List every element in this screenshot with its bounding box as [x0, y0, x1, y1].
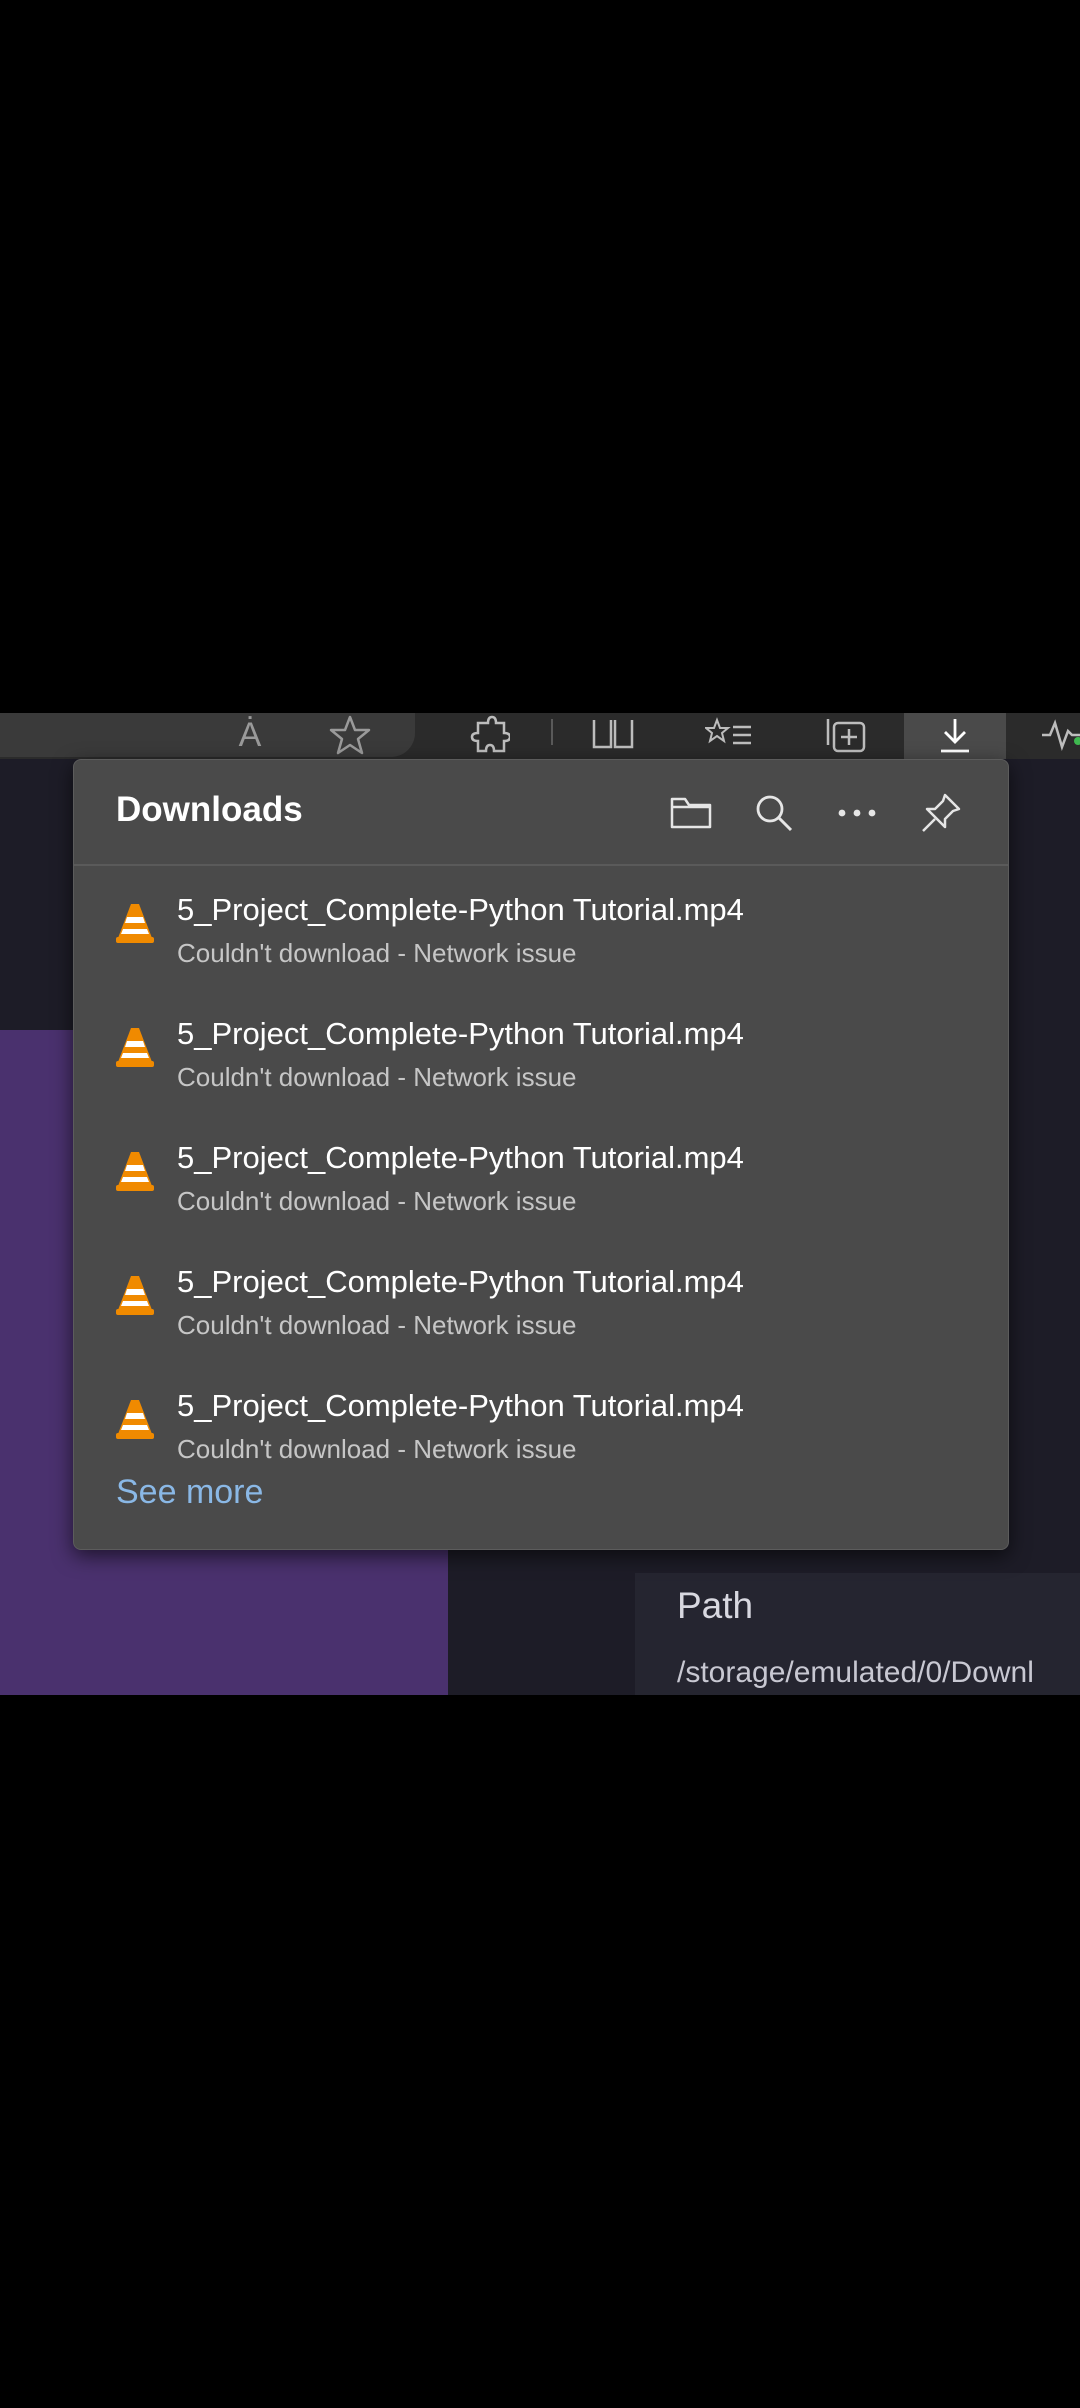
vlc-cone-icon — [116, 1276, 154, 1315]
vlc-cone-icon — [116, 904, 154, 943]
browser-screenshot: Ȧ Path /storage/emulated/0/Downl Downlo… — [0, 713, 1080, 1695]
download-status: Couldn't download - Network issue — [177, 1434, 577, 1464]
download-filename: 5_Project_Complete-Python Tutorial.mp4 — [177, 1264, 744, 1299]
downloads-header: Downloads — [74, 760, 1008, 866]
toolbar-separator — [551, 719, 553, 745]
vlc-cone-icon — [116, 1400, 154, 1439]
download-item[interactable]: 5_Project_Complete-Python Tutorial.mp4 C… — [74, 988, 1008, 1112]
download-item[interactable]: 5_Project_Complete-Python Tutorial.mp4 C… — [74, 864, 1008, 988]
downloads-flyout: Downloads 5_Project_Complete-Python Tuto… — [73, 759, 1009, 1550]
more-options-icon[interactable] — [830, 786, 884, 840]
download-item[interactable]: 5_Project_Complete-Python Tutorial.mp4 C… — [74, 1360, 1008, 1484]
collections-icon[interactable] — [818, 713, 874, 757]
extensions-icon[interactable] — [462, 713, 518, 757]
download-filename: 5_Project_Complete-Python Tutorial.mp4 — [177, 1388, 744, 1423]
download-status: Couldn't download - Network issue — [177, 1062, 577, 1092]
split-screen-icon[interactable] — [585, 713, 641, 757]
downloads-icon[interactable] — [927, 713, 983, 757]
downloads-title: Downloads — [116, 790, 303, 829]
download-item[interactable]: 5_Project_Complete-Python Tutorial.mp4 C… — [74, 1236, 1008, 1360]
download-status: Couldn't download - Network issue — [177, 1186, 577, 1216]
download-item[interactable]: 5_Project_Complete-Python Tutorial.mp4 C… — [74, 1112, 1008, 1236]
read-aloud-label: Ȧ — [238, 715, 262, 754]
vlc-cone-icon — [116, 1152, 154, 1191]
path-label: Path — [677, 1585, 754, 1626]
pin-icon[interactable] — [914, 786, 968, 840]
download-status: Couldn't download - Network issue — [177, 938, 577, 968]
favorite-star-icon[interactable] — [322, 713, 378, 757]
download-filename: 5_Project_Complete-Python Tutorial.mp4 — [177, 892, 744, 927]
open-folder-icon[interactable] — [664, 786, 718, 840]
read-aloud-icon[interactable]: Ȧ — [222, 713, 278, 757]
see-more-link[interactable]: See more — [116, 1473, 263, 1512]
download-filename: 5_Project_Complete-Python Tutorial.mp4 — [177, 1140, 744, 1175]
download-status: Couldn't download - Network issue — [177, 1310, 577, 1340]
performance-icon[interactable] — [1040, 713, 1080, 757]
search-icon[interactable] — [747, 786, 801, 840]
download-filename: 5_Project_Complete-Python Tutorial.mp4 — [177, 1016, 744, 1051]
browser-toolbar: Ȧ — [0, 713, 1080, 759]
path-value: /storage/emulated/0/Downl — [677, 1656, 1034, 1689]
favorites-list-icon[interactable] — [700, 713, 760, 757]
vlc-cone-icon — [116, 1028, 154, 1067]
